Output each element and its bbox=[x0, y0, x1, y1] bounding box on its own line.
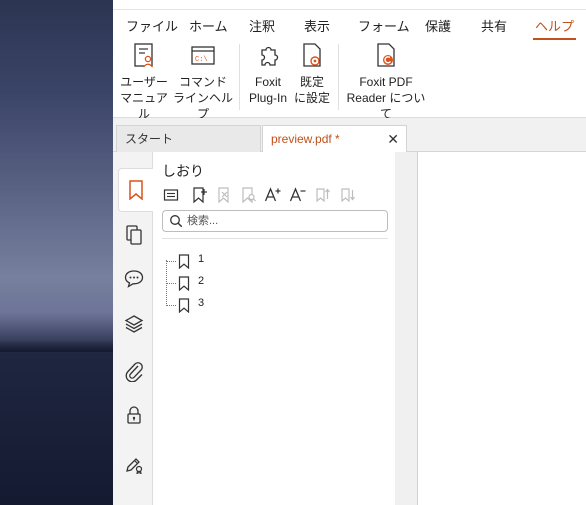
menu-protect[interactable]: 保護 bbox=[425, 16, 451, 35]
menu-file[interactable]: ファイル bbox=[126, 16, 178, 35]
menu-help[interactable]: ヘルプ bbox=[532, 16, 577, 40]
tree-branch bbox=[166, 261, 176, 262]
comments-panel-button[interactable] bbox=[119, 264, 149, 294]
command-line-icon: C:\ bbox=[191, 46, 215, 65]
user-manual-label-1: ユーザー bbox=[120, 75, 168, 89]
bookmark-item[interactable]: 1 bbox=[166, 252, 236, 270]
comments-icon bbox=[124, 270, 144, 288]
plugin-icon bbox=[261, 46, 279, 66]
user-manual-button[interactable]: ユーザー マニュアル bbox=[120, 42, 168, 122]
tab-start[interactable]: スタート bbox=[116, 125, 261, 152]
pages-icon bbox=[126, 225, 142, 245]
delete-bookmark-button bbox=[215, 184, 235, 206]
increase-text-size-button[interactable] bbox=[263, 184, 283, 206]
document-view[interactable] bbox=[417, 152, 586, 505]
bookmark-item[interactable]: 3 bbox=[166, 296, 236, 314]
command-line-help-button[interactable]: C:\ コマンド ラインヘルプ bbox=[172, 42, 234, 122]
set-default-button[interactable]: 既定 に設定 bbox=[294, 42, 330, 106]
delete-bookmark-icon bbox=[218, 187, 229, 204]
panel-title: しおり bbox=[162, 163, 204, 179]
security-panel-button[interactable] bbox=[119, 400, 149, 430]
pdf-page bbox=[417, 152, 586, 505]
bookmark-label: 2 bbox=[198, 275, 205, 287]
set-default-label-2: に設定 bbox=[294, 91, 331, 105]
bookmark-search-input[interactable] bbox=[187, 213, 382, 229]
options-menu-icon bbox=[163, 189, 179, 201]
tab-document[interactable]: preview.pdf * ✕ bbox=[262, 125, 407, 153]
panel-scroll-gutter[interactable] bbox=[395, 152, 417, 505]
pages-panel-button[interactable] bbox=[119, 220, 149, 250]
bookmark-up-icon bbox=[316, 188, 330, 203]
search-icon bbox=[170, 215, 183, 228]
move-bookmark-down-button bbox=[338, 184, 358, 206]
bookmark-options-button[interactable] bbox=[161, 184, 181, 206]
layers-panel-button[interactable] bbox=[119, 309, 149, 339]
menu-home[interactable]: ホーム bbox=[189, 16, 228, 35]
ribbon-separator bbox=[239, 44, 240, 110]
add-bookmark-button[interactable] bbox=[190, 184, 210, 206]
user-manual-icon bbox=[134, 43, 154, 68]
bookmark-icon bbox=[129, 180, 143, 200]
set-default-label-1: 既定 bbox=[299, 75, 324, 89]
set-default-icon bbox=[303, 43, 321, 67]
text-decrease-icon bbox=[289, 187, 306, 202]
help-ribbon: ユーザー マニュアル C:\ コマンド ラインヘルプ Foxit Plug-In bbox=[113, 38, 586, 121]
panel-divider bbox=[162, 238, 388, 239]
title-bar-edge bbox=[113, 0, 586, 10]
bookmarks-panel-button[interactable] bbox=[118, 168, 153, 212]
tab-start-label: スタート bbox=[125, 132, 174, 146]
bookmark-label: 1 bbox=[198, 253, 205, 265]
tab-document-label: preview.pdf * bbox=[271, 132, 340, 146]
bookmark-item[interactable]: 2 bbox=[166, 274, 236, 292]
bookmark-search-box[interactable] bbox=[162, 210, 388, 232]
bookmark-down-icon bbox=[341, 188, 355, 203]
bookmark-tree: 1 2 3 bbox=[163, 252, 243, 318]
bookmarks-panel: しおり 検索... 1 2 3 bbox=[153, 152, 417, 505]
add-bookmark-icon bbox=[193, 187, 207, 204]
navigation-sidebar bbox=[113, 152, 153, 505]
move-bookmark-up-button bbox=[313, 184, 333, 206]
bookmark-label: 3 bbox=[198, 297, 205, 309]
menu-comment[interactable]: 注釈 bbox=[249, 16, 275, 35]
security-icon bbox=[127, 406, 141, 424]
document-tab-strip: スタート preview.pdf * ✕ bbox=[113, 118, 586, 153]
find-bookmark-button bbox=[239, 184, 259, 206]
foxit-window: ファイル ホーム 注釈 表示 フォーム 保護 共有 ヘルプ ユーザー マニュアル… bbox=[113, 0, 586, 505]
command-line-label-1: コマンド bbox=[178, 75, 227, 89]
signatures-icon bbox=[126, 458, 143, 474]
menu-share[interactable]: 共有 bbox=[481, 16, 507, 35]
attachments-icon bbox=[125, 362, 143, 382]
about-foxit-button[interactable]: Foxit PDF Reader について bbox=[345, 42, 427, 122]
ribbon-separator bbox=[338, 44, 339, 110]
about-foxit-icon bbox=[377, 43, 395, 67]
bookmark-icon bbox=[178, 298, 190, 313]
close-tab-icon[interactable]: ✕ bbox=[387, 126, 399, 152]
ribbon-tab-bar: ファイル ホーム 注釈 表示 フォーム 保護 共有 ヘルプ bbox=[113, 0, 586, 40]
foxit-plugin-button[interactable]: Foxit Plug-In bbox=[245, 42, 291, 106]
about-foxit-label-1: Foxit PDF bbox=[359, 75, 413, 89]
layers-icon bbox=[124, 315, 144, 333]
attachments-panel-button[interactable] bbox=[119, 356, 149, 386]
find-bookmark-icon bbox=[242, 187, 256, 204]
bookmark-icon bbox=[178, 254, 190, 269]
menu-form[interactable]: フォーム bbox=[358, 16, 410, 35]
tree-branch bbox=[166, 305, 176, 306]
signatures-panel-button[interactable] bbox=[119, 449, 149, 479]
tree-branch bbox=[166, 283, 176, 284]
bookmark-icon bbox=[178, 276, 190, 291]
plugin-label-2: Plug-In bbox=[248, 91, 288, 105]
text-increase-icon bbox=[264, 187, 281, 202]
plugin-label-1: Foxit bbox=[254, 75, 281, 89]
decrease-text-size-button[interactable] bbox=[288, 184, 308, 206]
menu-view[interactable]: 表示 bbox=[304, 16, 330, 35]
desktop-background bbox=[0, 0, 113, 505]
svg-text:C:\: C:\ bbox=[195, 56, 208, 64]
